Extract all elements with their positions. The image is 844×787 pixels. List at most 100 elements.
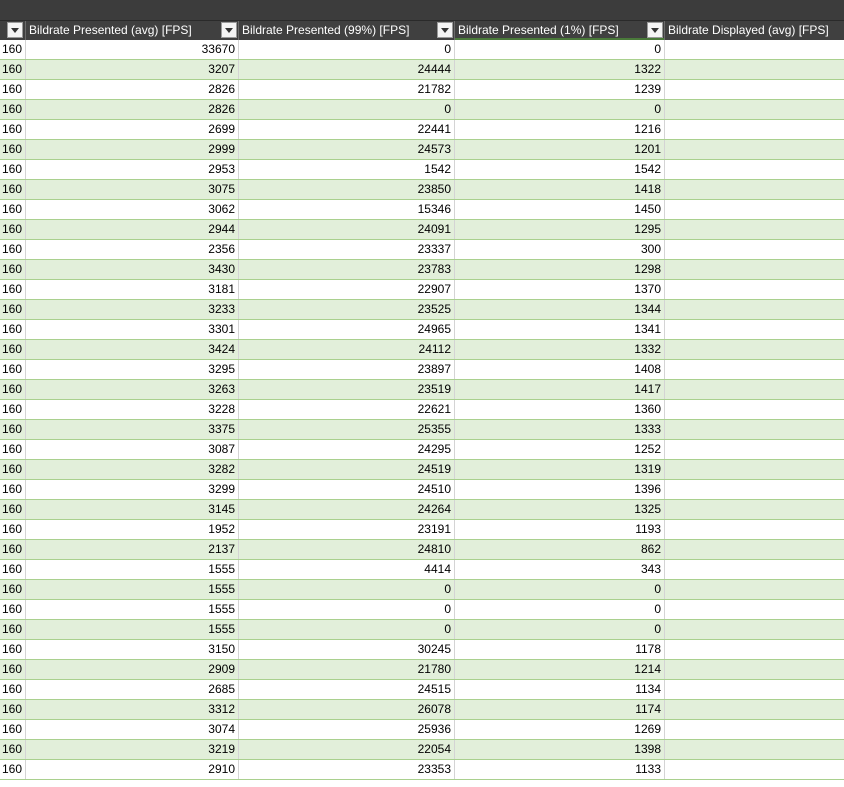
table-cell[interactable] xyxy=(665,460,844,479)
table-cell[interactable]: 1295 xyxy=(455,220,665,239)
table-cell[interactable] xyxy=(665,480,844,499)
table-cell[interactable]: 3181 xyxy=(26,280,239,299)
table-cell[interactable] xyxy=(665,60,844,79)
table-cell[interactable]: 24515 xyxy=(239,680,455,699)
table-cell[interactable]: 1239 xyxy=(455,80,665,99)
table-cell[interactable]: 24112 xyxy=(239,340,455,359)
table-cell[interactable]: 160 xyxy=(0,660,26,679)
table-cell[interactable] xyxy=(665,720,844,739)
table-cell[interactable] xyxy=(665,620,844,639)
table-cell[interactable] xyxy=(665,320,844,339)
table-cell[interactable]: 24810 xyxy=(239,540,455,559)
table-cell[interactable]: 0 xyxy=(239,620,455,639)
table-cell[interactable] xyxy=(665,760,844,779)
table-cell[interactable]: 160 xyxy=(0,620,26,639)
table-cell[interactable]: 2999 xyxy=(26,140,239,159)
table-cell[interactable]: 160 xyxy=(0,100,26,119)
filter-dropdown-icon[interactable] xyxy=(647,22,663,38)
table-cell[interactable] xyxy=(665,160,844,179)
table-cell[interactable]: 160 xyxy=(0,680,26,699)
table-cell[interactable]: 21782 xyxy=(239,80,455,99)
table-cell[interactable]: 0 xyxy=(239,580,455,599)
table-cell[interactable]: 160 xyxy=(0,560,26,579)
table-cell[interactable]: 2909 xyxy=(26,660,239,679)
table-cell[interactable]: 1174 xyxy=(455,700,665,719)
filter-dropdown-icon[interactable] xyxy=(7,22,23,38)
table-cell[interactable]: 3375 xyxy=(26,420,239,439)
table-cell[interactable]: 22621 xyxy=(239,400,455,419)
table-cell[interactable] xyxy=(665,80,844,99)
table-cell[interactable] xyxy=(665,140,844,159)
table-cell[interactable]: 160 xyxy=(0,460,26,479)
table-cell[interactable]: 160 xyxy=(0,640,26,659)
table-cell[interactable]: 24510 xyxy=(239,480,455,499)
table-cell[interactable]: 3087 xyxy=(26,440,239,459)
table-cell[interactable]: 1555 xyxy=(26,580,239,599)
table-cell[interactable]: 1555 xyxy=(26,560,239,579)
table-cell[interactable]: 24444 xyxy=(239,60,455,79)
filter-dropdown-icon[interactable] xyxy=(437,22,453,38)
table-cell[interactable]: 21780 xyxy=(239,660,455,679)
table-cell[interactable]: 3145 xyxy=(26,500,239,519)
table-cell[interactable]: 24091 xyxy=(239,220,455,239)
table-cell[interactable]: 160 xyxy=(0,40,26,59)
table-cell[interactable]: 1555 xyxy=(26,600,239,619)
table-cell[interactable]: 1178 xyxy=(455,640,665,659)
table-cell[interactable] xyxy=(665,520,844,539)
table-cell[interactable]: 3207 xyxy=(26,60,239,79)
table-cell[interactable]: 160 xyxy=(0,700,26,719)
table-cell[interactable]: 160 xyxy=(0,140,26,159)
table-cell[interactable]: 3299 xyxy=(26,480,239,499)
table-cell[interactable] xyxy=(665,240,844,259)
filter-dropdown-icon[interactable] xyxy=(221,22,237,38)
table-cell[interactable]: 1542 xyxy=(455,160,665,179)
table-cell[interactable]: 160 xyxy=(0,480,26,499)
table-cell[interactable]: 160 xyxy=(0,320,26,339)
table-cell[interactable]: 0 xyxy=(455,600,665,619)
table-cell[interactable]: 160 xyxy=(0,240,26,259)
table-cell[interactable]: 343 xyxy=(455,560,665,579)
table-cell[interactable] xyxy=(665,680,844,699)
table-cell[interactable] xyxy=(665,260,844,279)
table-cell[interactable] xyxy=(665,180,844,199)
table-cell[interactable]: 1201 xyxy=(455,140,665,159)
table-cell[interactable]: 3062 xyxy=(26,200,239,219)
table-cell[interactable]: 3312 xyxy=(26,700,239,719)
table-cell[interactable]: 160 xyxy=(0,440,26,459)
table-cell[interactable]: 1952 xyxy=(26,520,239,539)
table-cell[interactable] xyxy=(665,300,844,319)
table-cell[interactable]: 24965 xyxy=(239,320,455,339)
table-cell[interactable]: 160 xyxy=(0,360,26,379)
table-cell[interactable]: 23525 xyxy=(239,300,455,319)
table-cell[interactable]: 0 xyxy=(239,600,455,619)
table-cell[interactable] xyxy=(665,560,844,579)
header-col-0[interactable] xyxy=(0,21,26,40)
table-cell[interactable] xyxy=(665,740,844,759)
table-cell[interactable]: 1542 xyxy=(239,160,455,179)
table-cell[interactable] xyxy=(665,700,844,719)
table-cell[interactable]: 22907 xyxy=(239,280,455,299)
table-cell[interactable]: 33670 xyxy=(26,40,239,59)
table-cell[interactable]: 160 xyxy=(0,200,26,219)
table-cell[interactable]: 160 xyxy=(0,80,26,99)
table-cell[interactable] xyxy=(665,360,844,379)
table-cell[interactable]: 862 xyxy=(455,540,665,559)
table-cell[interactable]: 2826 xyxy=(26,80,239,99)
table-cell[interactable]: 26078 xyxy=(239,700,455,719)
table-cell[interactable]: 160 xyxy=(0,60,26,79)
table-cell[interactable]: 160 xyxy=(0,740,26,759)
table-cell[interactable] xyxy=(665,100,844,119)
table-cell[interactable]: 1360 xyxy=(455,400,665,419)
table-cell[interactable]: 2137 xyxy=(26,540,239,559)
table-cell[interactable]: 23353 xyxy=(239,760,455,779)
table-cell[interactable]: 24264 xyxy=(239,500,455,519)
table-cell[interactable]: 0 xyxy=(455,620,665,639)
table-cell[interactable]: 1370 xyxy=(455,280,665,299)
table-cell[interactable]: 24573 xyxy=(239,140,455,159)
table-cell[interactable]: 23850 xyxy=(239,180,455,199)
header-col-presented-avg[interactable]: Bildrate Presented (avg) [FPS] xyxy=(26,21,239,40)
table-cell[interactable]: 3228 xyxy=(26,400,239,419)
table-cell[interactable]: 25355 xyxy=(239,420,455,439)
table-cell[interactable]: 1418 xyxy=(455,180,665,199)
table-cell[interactable]: 1193 xyxy=(455,520,665,539)
